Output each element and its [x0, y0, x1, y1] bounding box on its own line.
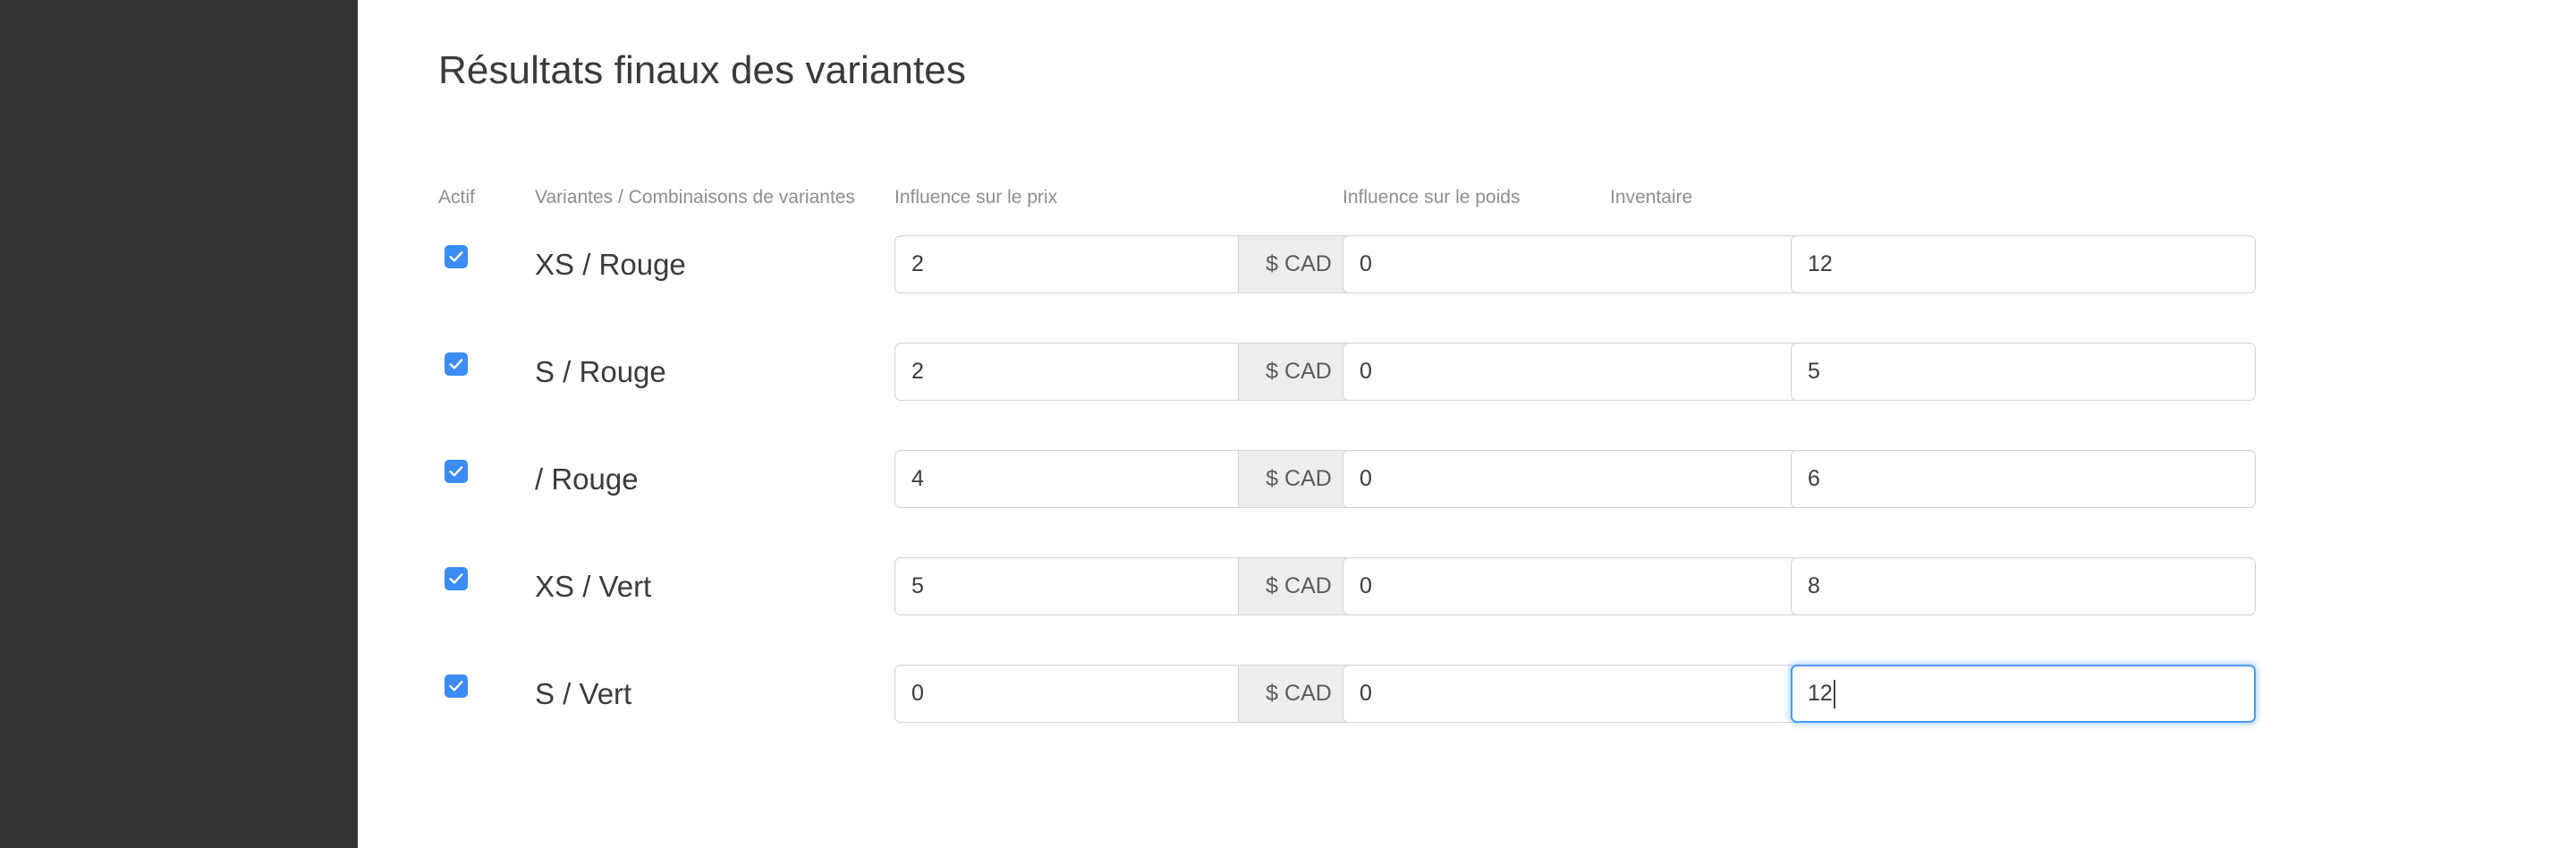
inventory-input-group — [1791, 235, 2256, 293]
weight-influence-cell — [1343, 450, 1808, 508]
column-header-price-influence: Influence sur le prix — [894, 187, 1058, 208]
inventory-input[interactable] — [1791, 343, 2256, 401]
checkmark-icon — [449, 251, 463, 262]
variant-active-checkbox[interactable] — [445, 567, 468, 590]
table-row: / Rouge $ CAD — [438, 450, 2482, 508]
inventory-input[interactable] — [1791, 235, 2256, 293]
price-input-group: $ CAD — [894, 343, 1360, 401]
inventory-cell — [1791, 665, 2256, 723]
checkmark-icon — [449, 359, 463, 369]
weight-influence-cell — [1343, 343, 1808, 401]
variant-active-checkbox[interactable] — [445, 245, 468, 268]
weight-influence-cell — [1343, 235, 1808, 293]
inventory-input-group — [1791, 557, 2256, 615]
inventory-input[interactable] — [1791, 557, 2256, 615]
inventory-input-group — [1791, 343, 2256, 401]
weight-input-group — [1343, 235, 1808, 293]
variant-name: XS / Vert — [535, 570, 652, 603]
price-input-group: $ CAD — [894, 235, 1360, 293]
inventory-cell — [1791, 557, 2256, 615]
variant-name: S / Vert — [535, 677, 632, 710]
price-influence-cell: $ CAD — [894, 665, 1360, 723]
price-influence-input[interactable] — [894, 343, 1238, 401]
variant-active-cell — [445, 460, 468, 483]
inventory-cell — [1791, 235, 2256, 293]
inventory-cell — [1791, 450, 2256, 508]
column-header-variants: Variantes / Combinaisons de variantes — [535, 187, 855, 208]
price-influence-cell: $ CAD — [894, 343, 1360, 401]
variant-name: XS / Rouge — [535, 248, 686, 281]
price-influence-cell: $ CAD — [894, 557, 1360, 615]
table-header-row: Actif Variantes / Combinaisons de varian… — [438, 186, 2482, 216]
column-header-active: Actif — [438, 187, 475, 208]
table-row: S / Vert $ CAD — [438, 665, 2482, 723]
weight-influence-input[interactable] — [1343, 450, 1808, 508]
price-influence-cell: $ CAD — [894, 450, 1360, 508]
inventory-input[interactable] — [1791, 450, 2256, 508]
variant-active-checkbox[interactable] — [445, 674, 468, 698]
price-influence-cell: $ CAD — [894, 235, 1360, 293]
variant-active-cell — [445, 674, 468, 698]
variant-name: / Rouge — [535, 462, 639, 496]
weight-influence-cell — [1343, 665, 1808, 723]
page-title: Résultats finaux des variantes — [438, 48, 966, 92]
variant-active-cell — [445, 567, 468, 590]
weight-input-group — [1343, 450, 1808, 508]
currency-addon: $ CAD — [1238, 557, 1360, 615]
weight-input-group — [1343, 343, 1808, 401]
weight-influence-input[interactable] — [1343, 235, 1808, 293]
currency-addon: $ CAD — [1238, 343, 1360, 401]
column-header-inventory: Inventaire — [1610, 187, 1693, 208]
variant-active-cell — [445, 245, 468, 268]
weight-input-group — [1343, 665, 1808, 723]
inventory-input[interactable] — [1791, 665, 2256, 723]
variants-results-table: Actif Variantes / Combinaisons de varian… — [438, 186, 2482, 772]
left-sidebar — [0, 0, 358, 848]
main-content: Résultats finaux des variantes Actif Var… — [358, 0, 2576, 848]
table-row: XS / Vert $ CAD — [438, 557, 2482, 615]
variant-active-checkbox[interactable] — [445, 460, 468, 483]
table-row: XS / Rouge $ CAD — [438, 235, 2482, 293]
price-influence-input[interactable] — [894, 665, 1238, 723]
table-body: XS / Rouge $ CAD S / Rouge $ CAD / Rouge $ CA… — [438, 235, 2482, 772]
variant-active-checkbox[interactable] — [445, 352, 468, 376]
price-input-group: $ CAD — [894, 450, 1360, 508]
table-row: S / Rouge $ CAD — [438, 343, 2482, 401]
weight-influence-input[interactable] — [1343, 665, 1808, 723]
column-header-weight-influence: Influence sur le poids — [1343, 187, 1521, 208]
weight-influence-cell — [1343, 557, 1808, 615]
price-input-group: $ CAD — [894, 665, 1360, 723]
checkmark-icon — [449, 573, 463, 584]
weight-influence-input[interactable] — [1343, 557, 1808, 615]
price-influence-input[interactable] — [894, 450, 1238, 508]
inventory-cell — [1791, 343, 2256, 401]
checkmark-icon — [449, 466, 463, 477]
checkmark-icon — [449, 681, 463, 691]
weight-input-group — [1343, 557, 1808, 615]
price-influence-input[interactable] — [894, 557, 1238, 615]
weight-influence-input[interactable] — [1343, 343, 1808, 401]
currency-addon: $ CAD — [1238, 450, 1360, 508]
variant-name: S / Rouge — [535, 355, 666, 388]
currency-addon: $ CAD — [1238, 665, 1360, 723]
currency-addon: $ CAD — [1238, 235, 1360, 293]
inventory-input-group — [1791, 665, 2256, 723]
variant-active-cell — [445, 352, 468, 376]
price-input-group: $ CAD — [894, 557, 1360, 615]
price-influence-input[interactable] — [894, 235, 1238, 293]
inventory-input-group — [1791, 450, 2256, 508]
app-window: Résultats finaux des variantes Actif Var… — [0, 0, 2576, 848]
